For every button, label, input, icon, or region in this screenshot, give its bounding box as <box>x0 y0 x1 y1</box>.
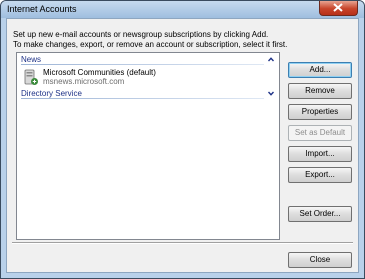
window-close-button[interactable] <box>319 1 358 16</box>
bottom-separator <box>12 242 353 244</box>
news-server-icon <box>24 69 38 85</box>
chevron-up-icon[interactable] <box>268 57 274 62</box>
account-name: Microsoft Communities (default) <box>43 68 156 77</box>
add-button[interactable]: Add... <box>288 62 352 78</box>
close-icon <box>333 3 343 12</box>
export-button[interactable]: Export... <box>288 167 352 183</box>
title-bar[interactable]: Internet Accounts <box>1 1 364 18</box>
import-button[interactable]: Import... <box>288 146 352 162</box>
set-as-default-button[interactable]: Set as Default <box>288 125 352 141</box>
set-order-button[interactable]: Set Order... <box>288 206 352 222</box>
group-header-label: Directory Service <box>21 89 82 98</box>
internet-accounts-window: Internet Accounts Set up new e-mail acco… <box>0 0 365 279</box>
dialog-body: Set up new e-mail accounts or newsgroup … <box>6 18 359 273</box>
close-button[interactable]: Close <box>288 252 352 268</box>
instructions-text: Set up new e-mail accounts or newsgroup … <box>13 30 353 50</box>
accounts-list[interactable]: News Microsoft Communities (default) msn… <box>16 52 280 240</box>
account-item[interactable]: Microsoft Communities (default) msnews.m… <box>23 68 223 88</box>
remove-button[interactable]: Remove <box>288 83 352 99</box>
instructions-line-2: To make changes, export, or remove an ac… <box>13 40 288 49</box>
group-divider <box>21 98 264 99</box>
properties-button[interactable]: Properties <box>288 104 352 120</box>
group-header-news[interactable]: News <box>21 55 276 65</box>
group-header-label: News <box>21 55 42 64</box>
instructions-line-1: Set up new e-mail accounts or newsgroup … <box>13 30 269 39</box>
group-header-directory-service[interactable]: Directory Service <box>21 89 276 99</box>
group-divider <box>21 64 264 65</box>
window-title: Internet Accounts <box>7 4 77 14</box>
account-server: msnews.microsoft.com <box>43 77 125 86</box>
chevron-down-icon[interactable] <box>268 91 274 96</box>
